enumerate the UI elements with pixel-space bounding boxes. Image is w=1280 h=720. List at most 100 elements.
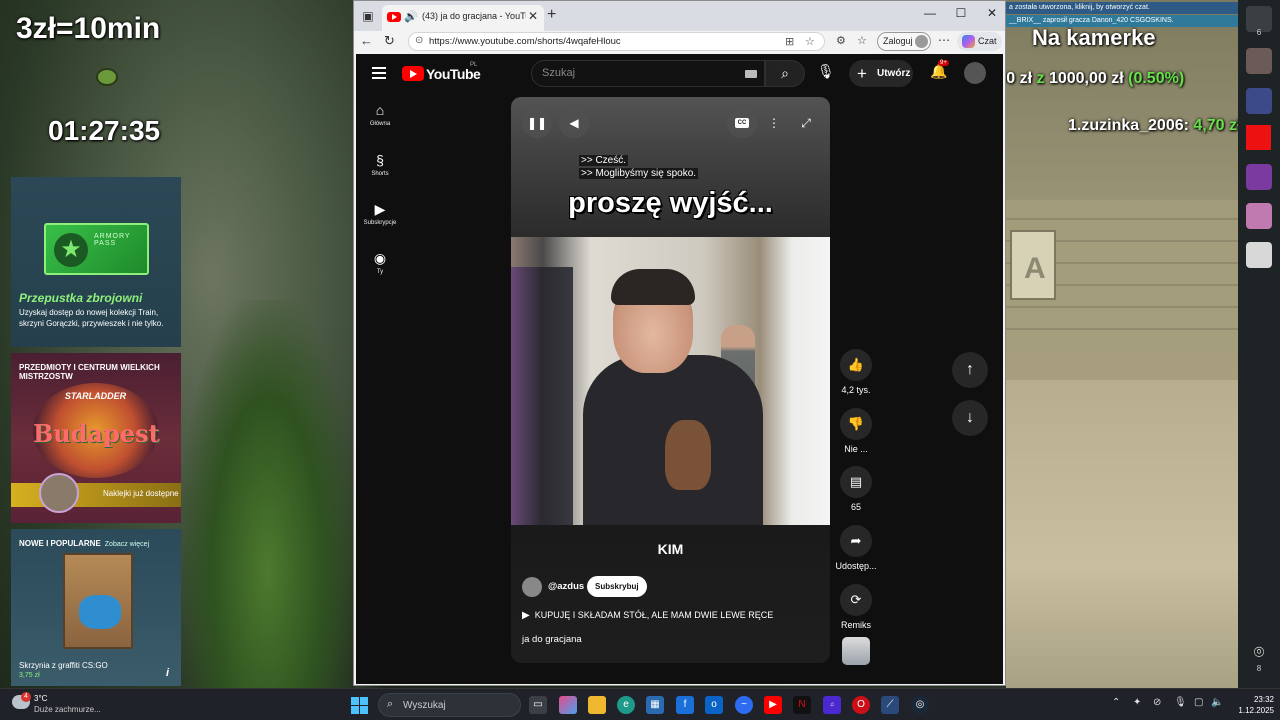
app-icon[interactable]: ⟋ (881, 696, 899, 714)
playlist-link[interactable]: ▶ KUPUJĘ I SKŁADAM STÓŁ, ALE MAM DWIE LEW… (522, 610, 773, 621)
more-menu-icon[interactable]: ⋯ (938, 33, 950, 47)
speaker-icon[interactable]: 🔊 (404, 10, 418, 23)
taskbar-search[interactable]: ⌕ Wyszukaj (378, 693, 521, 717)
keyboard-icon[interactable] (745, 70, 757, 78)
dislike-button[interactable]: 👎 Nie ... (830, 408, 882, 454)
search-icon: ⌕ (387, 698, 394, 710)
account-avatar[interactable] (964, 62, 986, 84)
youtube-app-icon[interactable]: ▶ (764, 696, 782, 714)
task-view-icon[interactable]: ▭ (529, 696, 547, 714)
refresh-icon[interactable]: ↻ (384, 33, 395, 49)
major-badge: STARLADDER Budapest (33, 383, 160, 478)
user-avatar[interactable] (1246, 203, 1272, 229)
person (583, 269, 763, 525)
microphone-icon[interactable]: 🎙 (817, 63, 835, 80)
app-available-icon[interactable]: ⊞ (785, 35, 794, 48)
nav-home[interactable]: ⌂ Główna (356, 102, 404, 127)
user-avatar[interactable] (1246, 164, 1272, 190)
armory-pass-title: Przepustka zbrojowni (19, 291, 143, 305)
login-button[interactable]: Zaloguj (877, 32, 931, 51)
like-button[interactable]: 👍 4,2 tys. (830, 349, 882, 395)
major-card[interactable]: PRZEDMIOTY I CENTRUM WIELKICH MISTRZOSTW… (11, 353, 181, 523)
close-tab-icon[interactable]: ✕ (528, 9, 538, 23)
volume-icon[interactable]: 🔈 (1211, 697, 1223, 708)
media-app-icon[interactable]: ♫ (823, 696, 841, 714)
store-icon[interactable]: ▦ (646, 696, 664, 714)
file-explorer-icon[interactable] (588, 696, 606, 714)
network-icon[interactable]: ⊘ (1153, 697, 1161, 708)
you-icon: ◉ (373, 250, 387, 266)
new-popular-header: NOWE I POPULARNE Zobacz więcej (19, 539, 150, 548)
fullscreen-icon[interactable]: ⤢ (791, 108, 821, 138)
weather-alert-badge: 4 (21, 692, 31, 702)
armory-pass-card[interactable]: ★ ARMORY PASS Przepustka zbrojowni Uzysk… (11, 177, 181, 347)
copilot-app-icon[interactable] (559, 696, 577, 714)
search-input[interactable]: Szukaj (531, 60, 765, 87)
user-avatar[interactable] (1246, 48, 1272, 74)
extensions-icon[interactable]: ⚙ (836, 34, 846, 47)
remix-button[interactable]: ⟳ Remiks (830, 584, 882, 630)
previous-short-button[interactable]: ↑ (952, 352, 988, 388)
menu-icon[interactable] (372, 64, 386, 79)
notifications-icon[interactable]: 🔔 9+ (930, 60, 949, 80)
site-info-icon[interactable]: ⊙ (415, 35, 423, 46)
show-hidden-icons[interactable]: ⌃ (1112, 697, 1120, 708)
app-tray-icon[interactable]: ✦ (1133, 697, 1141, 708)
audio-thumbnail[interactable] (842, 637, 870, 665)
tab-youtube[interactable]: 🔊 (43) ja do gracjana - YouTube ✕ (382, 5, 544, 31)
channel-avatar[interactable] (522, 577, 542, 597)
captions-button[interactable]: CC (727, 108, 757, 138)
new-tab-button[interactable]: + (547, 6, 556, 24)
tab-actions-icon[interactable]: ▣ (360, 8, 376, 24)
nav-you[interactable]: ◉ Ty (356, 250, 404, 275)
close-window-button[interactable]: ✕ (977, 6, 1007, 20)
notification-tower-icon[interactable]: ⌾ (1247, 642, 1271, 666)
case-name: Skrzynia z graffiti CS:GO (19, 661, 108, 670)
display-icon[interactable]: ▢ (1194, 697, 1203, 708)
volume-button[interactable]: ◀ (559, 108, 589, 138)
see-more-link[interactable]: Zobacz więcej (105, 541, 149, 548)
user-avatar[interactable] (1246, 242, 1272, 268)
pause-button[interactable]: ❚❚ (522, 108, 552, 138)
youtube-logo-icon[interactable] (402, 66, 424, 81)
favorite-star-icon[interactable]: ☆ (805, 35, 815, 48)
create-button[interactable]: + Utwórz (849, 60, 913, 87)
opera-icon[interactable]: O (852, 696, 870, 714)
user-avatar[interactable] (1246, 88, 1272, 114)
info-icon[interactable]: i (166, 667, 169, 679)
edge-icon[interactable]: e (617, 696, 635, 714)
netflix-icon[interactable]: N (793, 696, 811, 714)
start-button[interactable] (351, 697, 368, 714)
minimize-button[interactable]: — (915, 6, 945, 20)
channel-name[interactable]: @azdus (548, 581, 584, 592)
maximize-button[interactable]: ☐ (946, 6, 976, 20)
messenger-icon[interactable]: ~ (735, 696, 753, 714)
stream-timer: 01:27:35 (48, 115, 161, 146)
clock[interactable]: 23:32 1.12.2025 (1232, 694, 1274, 716)
red-marker (1246, 125, 1271, 150)
new-popular-card[interactable]: NOWE I POPULARNE Zobacz więcej Skrzynia z… (11, 529, 181, 686)
copilot-chat-button[interactable]: Czat (957, 32, 1002, 51)
search-button[interactable]: ⌕ (765, 60, 805, 87)
favorites-icon[interactable]: ☆ (857, 34, 867, 47)
nav-shorts[interactable]: § Shorts (356, 152, 404, 177)
address-bar[interactable]: ⊙ https://www.youtube.com/shorts/4wqafeH… (408, 32, 825, 51)
graffiti-case-image (63, 553, 133, 649)
steam-icon[interactable]: ◎ (911, 696, 929, 714)
nav-subscriptions[interactable]: ▶ Subskrypcje (356, 201, 404, 226)
short-player[interactable]: ❚❚ ◀ CC ⋮ ⤢ >> Cześć. >> Moglibyśmy się … (511, 97, 830, 663)
region-code: PL (470, 62, 478, 68)
video-title[interactable]: ja do gracjana (522, 634, 582, 645)
browser-window: ▣ 🔊 (43) ja do gracjana - YouTube ✕ + — … (353, 0, 1006, 686)
next-short-button[interactable]: ↓ (952, 400, 988, 436)
share-button[interactable]: ➦ Udostęp... (830, 525, 882, 571)
more-options-icon[interactable]: ⋮ (759, 108, 789, 138)
back-icon[interactable]: ← (360, 33, 373, 48)
microphone-tray-icon[interactable]: 🎙 (1174, 697, 1187, 708)
comments-button[interactable]: ▤ 65 (830, 466, 882, 512)
play-icon: ▶ (522, 610, 530, 621)
outlook-icon[interactable]: o (705, 696, 723, 714)
youtube-logo-text[interactable]: YouTube (426, 66, 481, 82)
facebook-icon[interactable]: f (676, 696, 694, 714)
subscribe-button[interactable]: Subskrybuj (587, 576, 647, 597)
